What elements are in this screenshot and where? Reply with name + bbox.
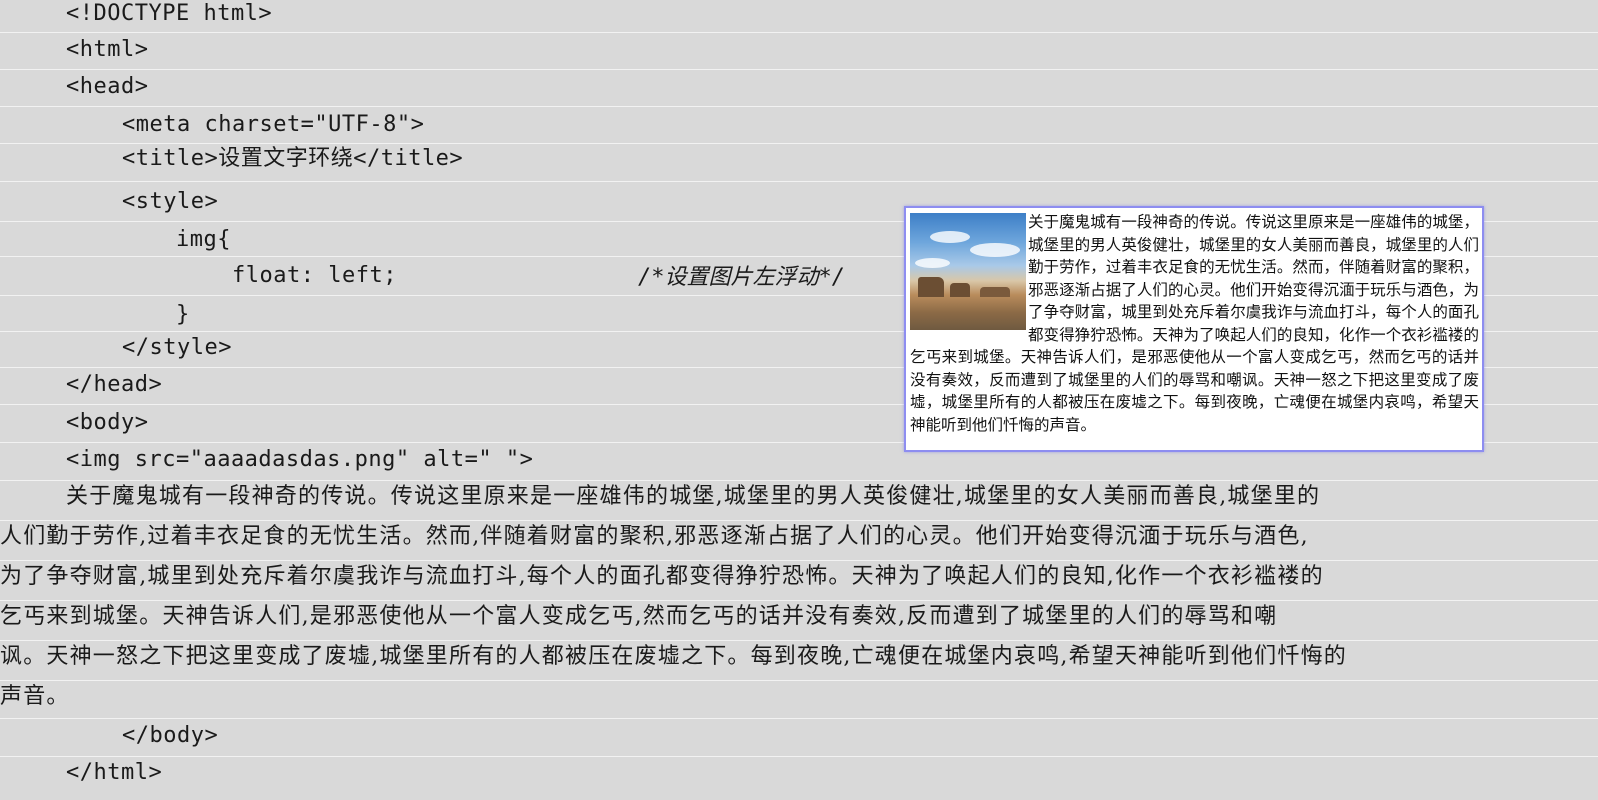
code-style-close: </style> [122,335,232,360]
code-style-open: <style> [122,189,219,214]
code-float-comment: /*设置图片左浮动*/ [638,265,845,290]
line-rule [0,718,1598,719]
code-head-close: </head> [66,372,163,397]
mesa-shape [918,277,944,297]
line-rule [0,181,1598,182]
cloud-shape [930,231,970,243]
mesa-shape [950,283,970,297]
paragraph-line: 为了争夺财富,城里到处充斥着尔虞我诈与流血打斗,每个人的面孔都变得狰狞恐怖。天神… [0,564,1324,589]
code-head-open: <head> [66,74,149,99]
code-title: <title>设置文字环绕</title> [122,146,464,171]
code-html-close: </html> [66,760,163,785]
code-img-tag: <img src="aaaadasdas.png" alt=" "> [66,447,534,472]
paragraph-line: 声音。 [0,684,70,709]
paragraph-line: 关于魔鬼城有一段神奇的传说。传说这里原来是一座雄伟的城堡,城堡里的男人英俊健壮,… [66,484,1321,509]
mesa-shape [980,287,1010,297]
cloud-shape [915,258,950,268]
code-brace-close: } [176,302,190,327]
line-rule [0,680,1598,681]
code-meta: <meta charset="UTF-8"> [122,112,425,137]
code-body-close: </body> [122,723,219,748]
code-img-selector: img{ [176,227,231,252]
code-html-open: <html> [66,37,149,62]
preview-box: 关于魔鬼城有一段神奇的传说。传说这里原来是一座雄伟的城堡，城堡里的男人英俊健壮，… [904,206,1484,452]
code-float-rule: float: left; [232,263,397,288]
cloud-shape [970,243,1020,257]
code-doctype: <!DOCTYPE html> [66,1,273,26]
line-rule [0,32,1598,33]
line-rule [0,756,1598,757]
line-rule [0,69,1598,70]
paragraph-line: 讽。天神一怒之下把这里变成了废墟,城堡里所有的人都被压在废墟之下。每到夜晚,亡魂… [0,644,1347,669]
paragraph-line: 乞丐来到城堡。天神告诉人们,是邪恶使他从一个富人变成乞丐,然而乞丐的话并没有奏效… [0,604,1278,629]
desert-image [910,213,1026,330]
paragraph-line: 人们勤于劳作,过着丰衣足食的无忧生活。然而,伴随着财富的聚积,邪恶逐渐占据了人们… [0,524,1309,549]
code-body-open: <body> [66,410,149,435]
